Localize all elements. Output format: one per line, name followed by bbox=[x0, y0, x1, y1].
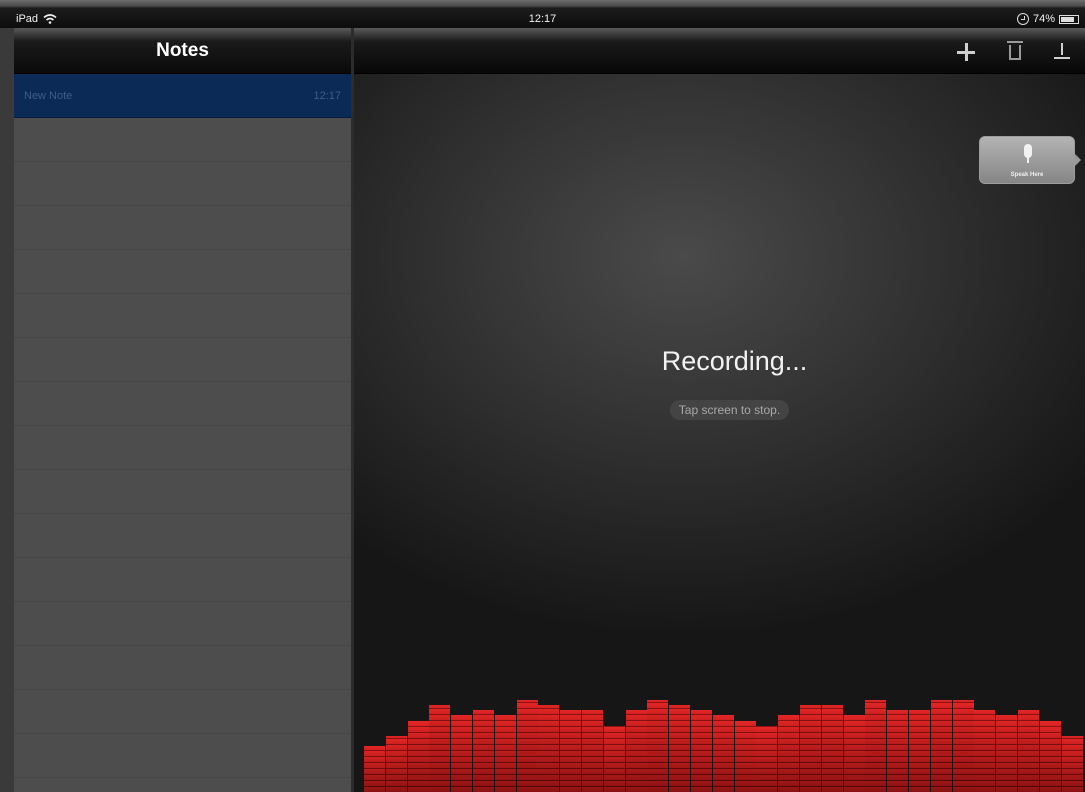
eq-bar bbox=[821, 705, 843, 792]
recording-hint-wrap: Tap screen to stop. bbox=[354, 400, 1085, 420]
notes-sidebar: Notes New Note 12:17 bbox=[14, 28, 351, 792]
microphone-icon bbox=[1024, 144, 1032, 163]
main-toolbar bbox=[354, 28, 1085, 74]
eq-bar bbox=[996, 715, 1018, 792]
eq-bar bbox=[843, 715, 865, 792]
eq-bar bbox=[1018, 710, 1039, 792]
eq-bar bbox=[364, 746, 385, 792]
list-item[interactable]: New Note 12:17 bbox=[14, 74, 351, 118]
eq-bar bbox=[1039, 721, 1061, 792]
speak-here-label: Speak Here bbox=[1010, 172, 1044, 178]
eq-bar bbox=[930, 700, 952, 792]
eq-bar bbox=[494, 715, 516, 792]
speak-here-button[interactable]: Speak Here bbox=[979, 136, 1081, 184]
eq-bar bbox=[800, 705, 821, 792]
eq-bar bbox=[560, 710, 582, 792]
delete-note-button[interactable] bbox=[1002, 39, 1028, 65]
recording-panel[interactable]: Speak Here Recording... Tap screen to st… bbox=[354, 28, 1085, 792]
eq-bar bbox=[952, 700, 974, 792]
eq-bar bbox=[625, 710, 647, 792]
battery-icon bbox=[1059, 14, 1079, 24]
eq-bar bbox=[909, 710, 930, 792]
plus-icon bbox=[957, 43, 975, 61]
save-button[interactable] bbox=[1049, 39, 1075, 65]
eq-bar bbox=[582, 710, 603, 792]
note-time: 12:17 bbox=[313, 89, 341, 102]
tap-to-stop-hint[interactable]: Tap screen to stop. bbox=[669, 400, 790, 420]
eq-bar bbox=[669, 705, 691, 792]
eq-bar bbox=[865, 700, 887, 792]
eq-bar bbox=[756, 726, 778, 792]
battery-percent: 74% bbox=[1032, 13, 1055, 25]
status-bar: iPad 12:17 74% bbox=[0, 0, 1085, 28]
eq-bar bbox=[691, 710, 712, 792]
rotation-lock-icon bbox=[1016, 13, 1029, 25]
add-note-button[interactable] bbox=[953, 39, 979, 65]
eq-bar bbox=[385, 736, 407, 792]
clock: 12:17 bbox=[528, 13, 557, 25]
recording-title: Recording... bbox=[661, 346, 808, 376]
download-icon bbox=[1053, 43, 1071, 61]
eq-bar bbox=[451, 715, 473, 792]
note-title: New Note bbox=[24, 89, 73, 102]
eq-bar bbox=[734, 721, 756, 792]
notes-list: New Note 12:17 bbox=[14, 74, 351, 792]
eq-bar bbox=[887, 710, 909, 792]
trash-icon bbox=[1007, 40, 1023, 60]
eq-bar bbox=[603, 726, 625, 792]
audio-level-meter bbox=[354, 662, 1085, 792]
eq-bar bbox=[407, 721, 429, 792]
eq-bar bbox=[473, 710, 494, 792]
status-right: 74% bbox=[1016, 13, 1079, 25]
eq-bar bbox=[538, 705, 560, 792]
eq-bar bbox=[429, 705, 451, 792]
eq-bar bbox=[712, 715, 734, 792]
eq-bar bbox=[516, 700, 538, 792]
eq-bar bbox=[778, 715, 800, 792]
sidebar-header: Notes bbox=[14, 28, 351, 74]
eq-bar bbox=[647, 700, 669, 792]
eq-bar bbox=[974, 710, 996, 792]
sidebar-title: Notes bbox=[156, 39, 209, 61]
eq-bar bbox=[1061, 736, 1083, 792]
